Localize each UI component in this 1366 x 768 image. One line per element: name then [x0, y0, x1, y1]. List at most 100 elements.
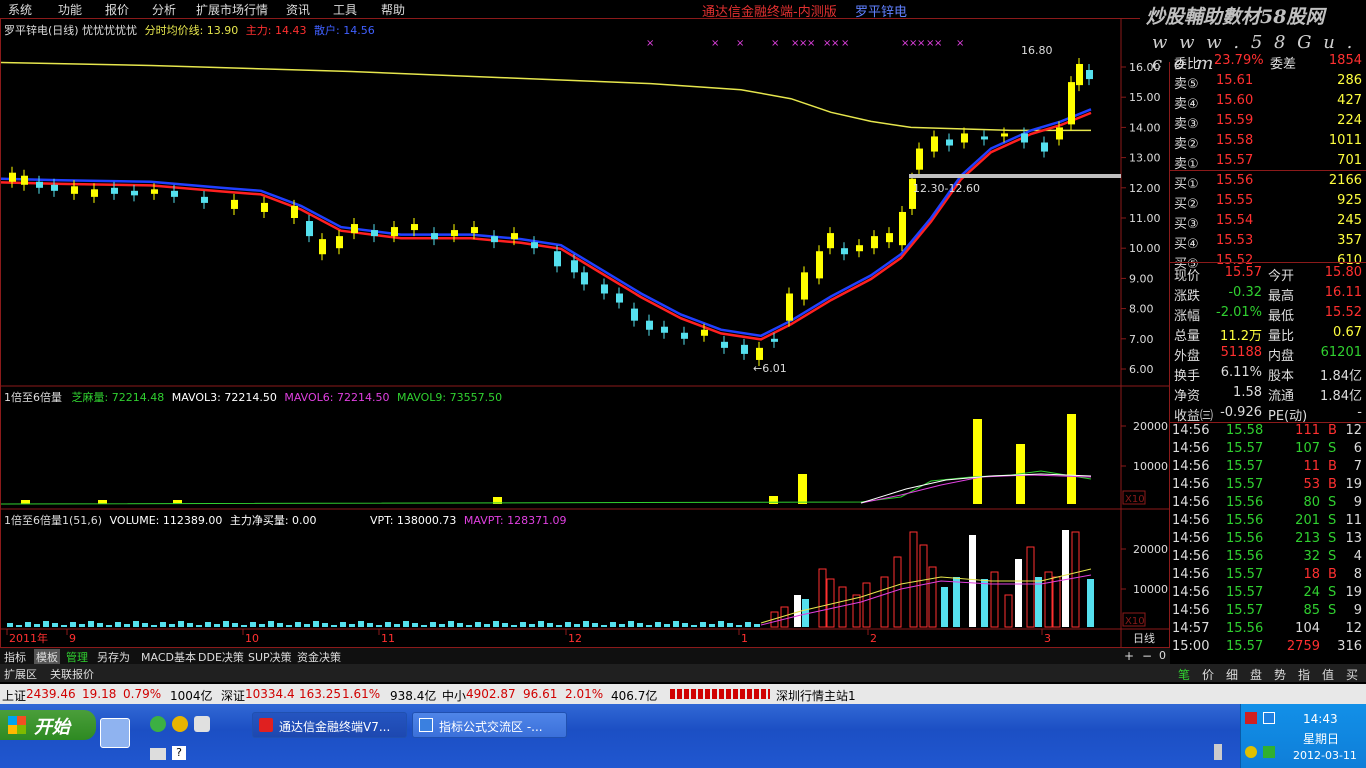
vol2-bar: [520, 622, 526, 627]
tab-template[interactable]: 模板: [34, 649, 60, 665]
vol2-bar: [142, 623, 148, 627]
menu-quote[interactable]: 报价: [105, 1, 129, 18]
vol2-bar-up: [862, 582, 871, 628]
right-tab-7[interactable]: 买: [1346, 666, 1358, 683]
tray-yellow-icon[interactable]: [1245, 746, 1257, 758]
vol2-bar: [241, 625, 247, 627]
retail-line: [1, 108, 1092, 338]
right-tab-3[interactable]: 盘: [1250, 666, 1262, 683]
tab-manage[interactable]: 管理: [66, 649, 88, 665]
stat-value: 1.58: [1233, 385, 1262, 400]
stat-row: 总量 11.2万 量比 0.67: [1170, 324, 1366, 344]
vol2-bar: [331, 625, 337, 627]
vol2-bar: [601, 625, 607, 627]
candle-body: [701, 329, 708, 336]
menu-ext-market[interactable]: 扩展市场行情: [196, 1, 268, 18]
vol2-bar: [160, 622, 166, 627]
right-tab-2[interactable]: 细: [1226, 666, 1238, 683]
vol2-bar: [754, 624, 760, 627]
quicklaunch-browser-icon[interactable]: [150, 716, 166, 732]
tab-extension-area[interactable]: 扩展区: [4, 666, 37, 682]
tab-save-as[interactable]: 另存为: [97, 649, 130, 665]
tick-count: 9: [1353, 603, 1362, 618]
help-icon[interactable]: ?: [172, 746, 186, 760]
bid-volume: 357: [1337, 233, 1362, 248]
tray-blue-icon[interactable]: [1263, 712, 1275, 724]
time-tick-label: 2: [870, 632, 877, 645]
candle-body: [946, 139, 953, 146]
ask-volume: 701: [1337, 153, 1362, 168]
vol2-bar-up: [928, 566, 937, 628]
stat-row: 收益㈢ -0.926 PE(动) -: [1170, 404, 1366, 424]
task-forum[interactable]: 指标公式交流区 -...: [412, 712, 567, 738]
menu-news[interactable]: 资讯: [286, 1, 310, 18]
signal-marker: ×: [771, 38, 779, 49]
vol2-bar: [88, 621, 94, 627]
vol2-bar: [205, 622, 211, 627]
signal-marker: ×: [736, 38, 744, 49]
tab-dde[interactable]: DDE决策: [198, 649, 244, 665]
tab-indicator[interactable]: 指标: [4, 649, 26, 665]
menu-function[interactable]: 功能: [58, 1, 82, 18]
right-tab-4[interactable]: 势: [1274, 666, 1286, 683]
tick-volume: 24: [1303, 585, 1320, 600]
indicator1-name: 1倍至6倍量: [4, 391, 62, 404]
tab-sup[interactable]: SUP决策: [248, 649, 292, 665]
tray-green-icon[interactable]: [1263, 746, 1275, 758]
low-annotation: ←6.01: [753, 362, 787, 375]
tray-usb-icon[interactable]: [1214, 744, 1222, 760]
price-tick-label: 9.00: [1129, 272, 1154, 285]
zoom-out-button[interactable]: −: [1142, 649, 1152, 663]
quicklaunch-app-icon[interactable]: [172, 716, 188, 732]
vol2-bar: [394, 624, 400, 627]
chart-area[interactable]: 1 6.00 15.00 14.00 13.00 12.00 11.00 10.00 9.00 8…: [0, 18, 1170, 648]
signal-marker: ×: [807, 38, 815, 49]
candle-body: [1021, 133, 1028, 143]
vol2-bar: [592, 623, 598, 627]
tick-volume: 111: [1295, 423, 1320, 438]
tick-price: 15.56: [1226, 549, 1264, 564]
vol2-bar: [475, 622, 481, 627]
ma-slow-line: [1, 61, 1091, 132]
right-tab-1[interactable]: 价: [1202, 666, 1214, 683]
tray-red-icon[interactable]: [1245, 712, 1257, 724]
menu-analysis[interactable]: 分析: [152, 1, 176, 18]
main-force-label: 主力: 14.43: [245, 24, 307, 37]
tab-fund[interactable]: 资金决策: [297, 649, 341, 665]
zoom-in-button[interactable]: +: [1124, 649, 1134, 663]
menu-help[interactable]: 帮助: [381, 1, 405, 18]
task-tdx[interactable]: 通达信金融终端V7...: [252, 712, 407, 738]
stat-value: 11.2万: [1220, 329, 1262, 344]
vol-bar-yellow: [21, 500, 30, 504]
ask-price: 15.58: [1216, 133, 1254, 148]
signal-marker: ×: [646, 38, 654, 49]
tdx-app-icon: [259, 718, 273, 732]
tab-related-quote[interactable]: 关联报价: [50, 666, 94, 682]
right-tab-6[interactable]: 值: [1322, 666, 1334, 683]
stat-label: 涨幅: [1174, 309, 1201, 324]
stat-value: 6.11%: [1220, 365, 1262, 380]
show-desktop-icon[interactable]: [100, 718, 130, 748]
right-tab-0[interactable]: 笔: [1178, 666, 1190, 683]
vol2-bar: [727, 623, 733, 627]
reset-button[interactable]: 0: [1159, 649, 1166, 662]
vol2-bar: [124, 624, 130, 627]
tick-volume: 32: [1303, 549, 1320, 564]
bid-row: 买① 15.56 2166: [1170, 172, 1366, 192]
start-button[interactable]: 开始: [0, 710, 96, 740]
menu-system[interactable]: 系统: [8, 1, 32, 18]
tab-macd[interactable]: MACD基本: [141, 649, 196, 665]
vol2-bar: [953, 577, 960, 627]
tick-row: 15:00 15.57 2759 316: [1170, 639, 1366, 657]
zx-change: 96.61: [523, 687, 558, 701]
vol2-bar: [655, 622, 661, 627]
candle-body: [9, 172, 16, 182]
vol2-bar: [691, 625, 697, 627]
quicklaunch-window-icon[interactable]: [194, 716, 210, 732]
quicklaunch-keyboard-icon[interactable]: [150, 748, 166, 760]
candle-body: [681, 332, 688, 339]
candle-body: [1056, 127, 1063, 140]
menu-tools[interactable]: 工具: [333, 1, 357, 18]
right-tab-5[interactable]: 指: [1298, 666, 1310, 683]
vol2-bar: [1087, 579, 1094, 627]
